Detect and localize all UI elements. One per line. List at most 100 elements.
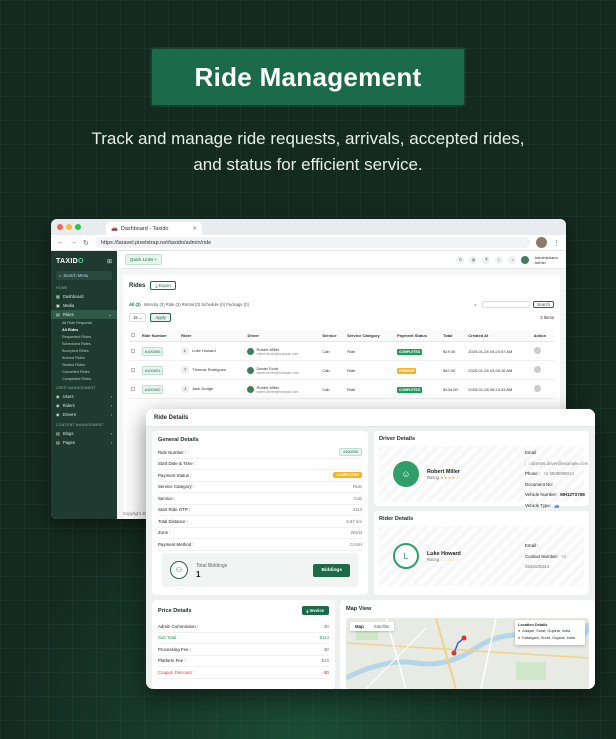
ride-number[interactable]: #100001 — [141, 365, 164, 375]
driver-name: Robert Miller — [256, 384, 280, 390]
table-row[interactable]: #100001 T Thomas Rodriguez Daniel Scott dani… — [129, 360, 554, 380]
location-details-popup: Location Details ● Adajan, Surat, Gujarat… — [515, 620, 585, 645]
row-checkbox[interactable] — [131, 367, 135, 372]
ride-number[interactable]: #100002 — [141, 384, 164, 394]
profile-avatar[interactable] — [536, 237, 547, 248]
chevron-right-icon: › — [110, 403, 112, 408]
pages-icon: ▤ — [56, 440, 60, 445]
car-icon: ▤ — [56, 312, 60, 317]
view-icon[interactable] — [533, 385, 541, 392]
rider-name: Luke Howard — [192, 348, 216, 353]
view-icon[interactable] — [533, 366, 541, 373]
chevron-down-icon: ⌄ — [108, 312, 112, 317]
url-field[interactable]: https://laravel.pixelstrap.net/taxido/ad… — [94, 237, 530, 248]
general-detail-row: Zone : World — [158, 528, 362, 539]
total-cell: $134.00 — [441, 379, 467, 399]
map-tab-map[interactable]: Map — [350, 622, 369, 631]
status-badge: COMPLETED — [396, 348, 423, 355]
sidebar-item-rides[interactable]: ▤ Rides ⌄ — [51, 310, 117, 319]
close-icon[interactable]: ✕ — [192, 226, 197, 232]
column-header[interactable]: Created At — [466, 330, 532, 342]
sidebar-item-dashboard[interactable]: ▦ Dashboard — [56, 292, 112, 301]
rider-name: Jack Dodge — [192, 386, 214, 391]
column-header[interactable]: Service — [320, 330, 346, 342]
menu-icon[interactable]: ⋮ — [553, 239, 560, 247]
table-row[interactable]: #100002 J Jack Dodge Robert Miller robert.dr… — [129, 379, 554, 399]
price-row: Sub Total : $114 — [158, 633, 329, 644]
search-menu[interactable]: ⌕ Search Menu — [56, 271, 112, 280]
reload-icon[interactable]: ↻ — [83, 239, 89, 247]
column-header[interactable]: Rider — [179, 330, 246, 342]
sidebar-subitem[interactable]: Completed Rides — [56, 375, 112, 382]
column-header[interactable]: Action — [531, 330, 554, 342]
created-cell: 2025-01-28 06:24:33 AM — [466, 379, 532, 399]
apply-button[interactable]: Apply — [150, 313, 171, 322]
currency-icon[interactable]: ₹ — [482, 255, 491, 264]
admin-avatar[interactable] — [521, 255, 530, 264]
close-window-dot[interactable] — [57, 224, 63, 230]
search-button[interactable]: Search — [532, 301, 554, 308]
sidebar-subitem[interactable]: Arrived Rides — [56, 354, 112, 361]
minimize-window-dot[interactable] — [66, 224, 72, 230]
export-button[interactable]: ⤓ Export — [150, 281, 176, 290]
map[interactable]: Map Satellite Location Details ● Adajan, … — [346, 618, 589, 689]
total-cell: $47.00 — [441, 360, 467, 380]
filter-all[interactable]: All (3) — [129, 302, 141, 307]
sidebar-subitem[interactable]: Scheduled Rides — [56, 340, 112, 347]
sidebar-item-blogs[interactable]: ▤ Blogs › — [56, 429, 112, 438]
admin-info[interactable]: Administrator Admin — [534, 255, 558, 265]
invoice-button[interactable]: ⤓ Invoice — [301, 606, 329, 615]
browser-tab[interactable]: 🚗 Dashboard - Taxido ✕ — [106, 222, 202, 235]
column-header[interactable]: Service Category — [345, 330, 395, 342]
filter-others[interactable]: Intercity (0) Ride (3) Rental (0) Schedu… — [144, 302, 249, 307]
grid-icon[interactable]: ⊞ — [107, 258, 112, 265]
quick-links-button[interactable]: Quick Links + — [125, 254, 163, 265]
sidebar-subitem[interactable]: Started Rides — [56, 361, 112, 368]
chevron-right-icon: › — [110, 412, 112, 417]
sidebar-item-drivers[interactable]: ◉ Drivers › — [56, 410, 112, 419]
driver-rating-stars: ★★★★☆ — [440, 474, 460, 480]
bell-icon[interactable]: ♪ — [508, 255, 517, 264]
sidebar-subitem[interactable]: All Rides — [56, 326, 112, 333]
created-cell: 2025-01-28 04:24:07 AM — [466, 341, 532, 361]
biddings-box: ⚇ Total Biddings 1 Biddings — [162, 553, 358, 587]
search-menu-label: Search Menu — [63, 273, 89, 278]
sidebar-subitem[interactable]: Cancelled Rides — [56, 368, 112, 375]
dark-mode-icon[interactable]: ☾ — [495, 255, 504, 264]
per-page-select[interactable]: 15 ⌄ — [129, 313, 147, 322]
column-header[interactable]: Ride Number — [139, 330, 180, 342]
refresh-icon[interactable]: ↻ — [456, 255, 465, 264]
sidebar-subitem[interactable]: Requested Rides — [56, 333, 112, 340]
column-header[interactable]: Driver — [245, 330, 321, 342]
sidebar-subitem[interactable]: All Ride Requests — [56, 319, 112, 326]
map-tab-satellite[interactable]: Satellite — [369, 622, 395, 631]
column-header[interactable]: Total — [441, 330, 467, 342]
sidebar-item-media[interactable]: ▣ Media — [56, 301, 112, 310]
general-detail-row: Payment Status : COMPLETED — [158, 470, 362, 482]
blog-icon: ▤ — [56, 431, 60, 436]
general-detail-row: Payment Method : CASH — [158, 539, 362, 551]
row-checkbox[interactable] — [131, 348, 135, 353]
column-header[interactable]: Payment Status — [394, 330, 442, 342]
ride-number[interactable]: #100006 — [141, 346, 164, 356]
sidebar-subitem[interactable]: Accepted Rides — [56, 347, 112, 354]
forward-icon[interactable]: → — [70, 239, 77, 246]
table-row[interactable]: #100006 L Luke Howard Robert Miller robert.d… — [129, 341, 554, 361]
view-icon[interactable] — [533, 347, 541, 354]
sidebar-item-riders[interactable]: ◉ Riders › — [56, 401, 112, 410]
service-cell: Cab — [320, 360, 346, 380]
language-icon[interactable]: ◍ — [469, 255, 478, 264]
sidebar-item-users[interactable]: ◉ Users › — [56, 392, 112, 401]
back-icon[interactable]: ← — [57, 239, 64, 246]
service-cell: Cab — [320, 379, 346, 399]
select-all-checkbox[interactable] — [131, 333, 135, 337]
search-input[interactable] — [481, 301, 530, 308]
biddings-button[interactable]: Biddings — [313, 563, 350, 577]
maximize-window-dot[interactable] — [75, 224, 81, 230]
sidebar-item-pages[interactable]: ▤ Pages › — [56, 438, 112, 447]
rider-initial: T — [181, 366, 190, 374]
general-detail-row: Start Ride OTP :4113 — [158, 505, 362, 516]
nav-heading-home: HOME — [56, 286, 68, 290]
row-checkbox[interactable] — [131, 386, 135, 391]
total-biddings-label: Total Biddings — [196, 562, 228, 569]
